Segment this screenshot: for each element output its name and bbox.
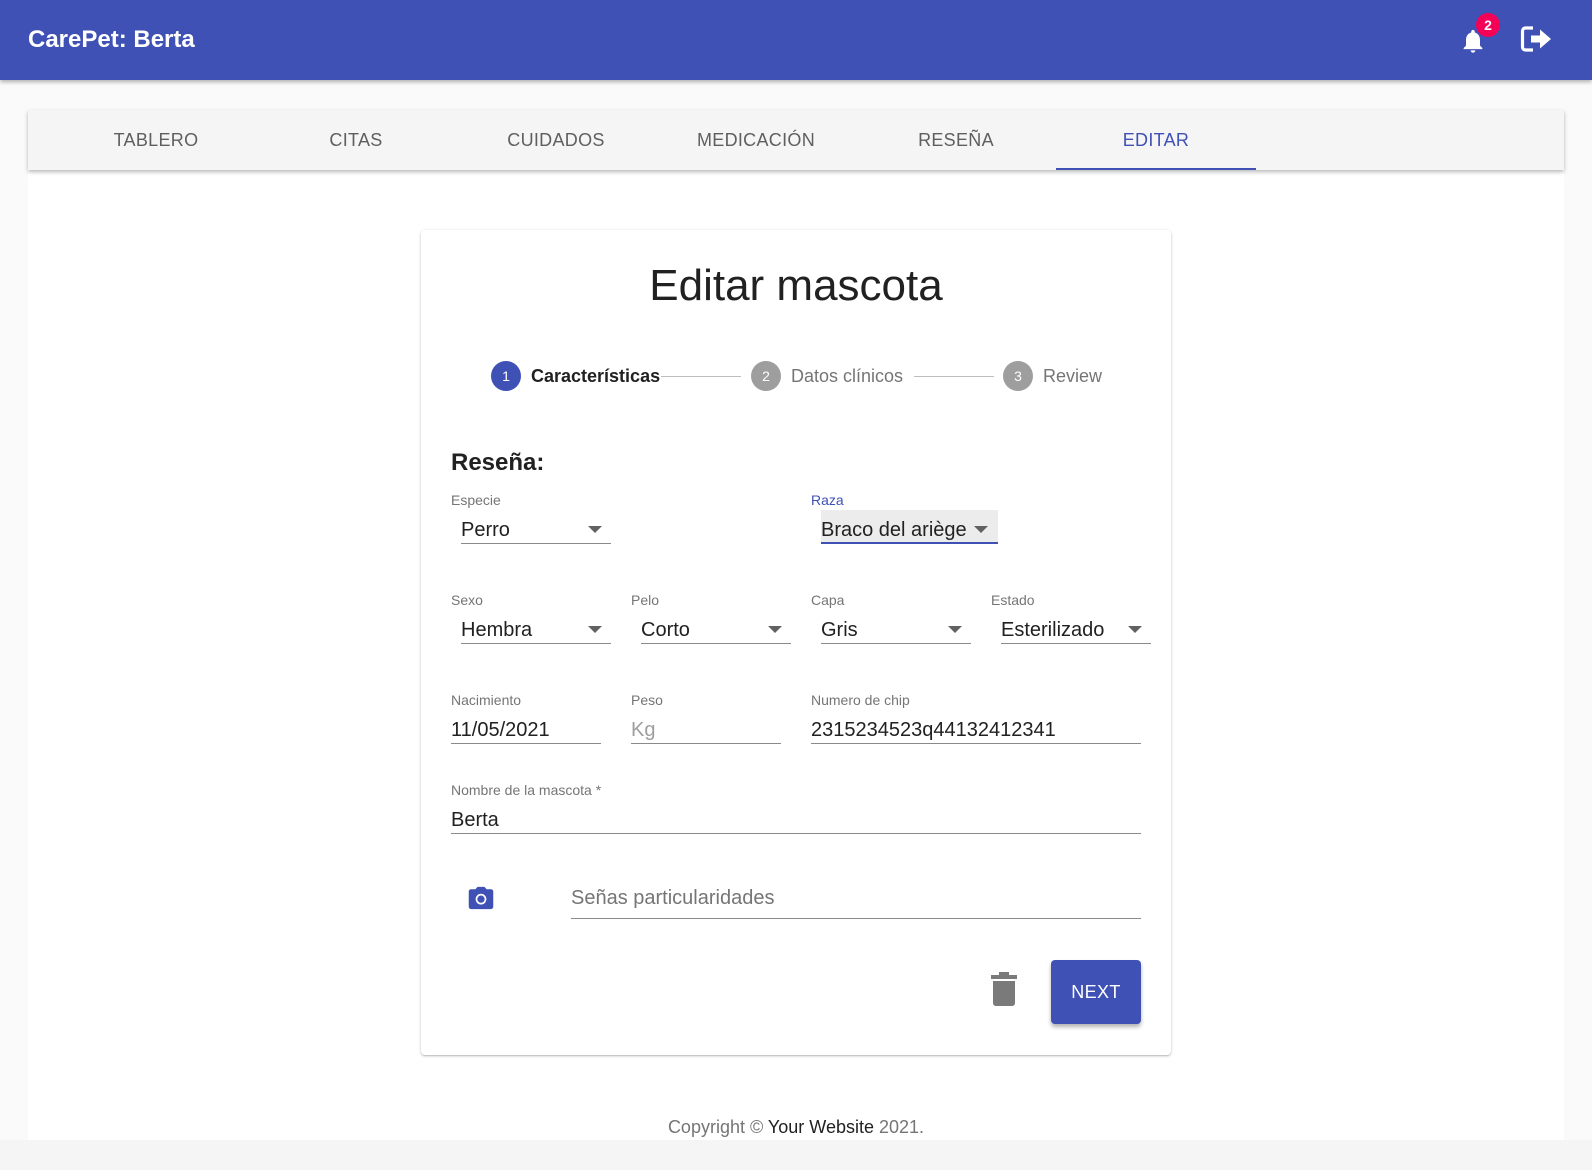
peso-label: Peso	[631, 692, 663, 708]
app-title: CarePet: Berta	[28, 26, 195, 53]
sexo-select[interactable]: Sexo Hembra	[451, 592, 611, 644]
next-button[interactable]: NEXT	[1051, 960, 1141, 1024]
chip-input[interactable]: 2315234523q44132412341	[811, 718, 1056, 742]
senas-underline	[571, 918, 1141, 919]
copyright-year: 2021.	[874, 1117, 925, 1137]
tab-bar: TABLERO CITAS CUIDADOS MEDICACIÓN RESEÑA…	[28, 110, 1564, 170]
step-number: 3	[1003, 361, 1033, 391]
copyright-text: Copyright ©	[667, 1117, 768, 1137]
raza-value: Braco del ariège	[821, 519, 967, 541]
section-title: Reseña:	[451, 449, 545, 476]
especie-value: Perro	[461, 519, 510, 541]
chevron-down-icon	[948, 626, 962, 633]
pelo-select[interactable]: Pelo Corto	[631, 592, 791, 644]
page-title: Editar mascota	[649, 261, 943, 310]
bottom-strip	[0, 1140, 1592, 1170]
peso-input[interactable]: Kg	[631, 718, 655, 742]
raza-select[interactable]: Raza Braco del ariège	[811, 492, 1001, 544]
step-label: Características	[531, 366, 661, 386]
trash-icon[interactable]	[990, 972, 1018, 1006]
tab-tablero[interactable]: TABLERO	[56, 110, 256, 170]
tab-medicacion[interactable]: MEDICACIÓN	[656, 110, 856, 170]
nombre-field[interactable]: Nombre de la mascota * Berta	[451, 782, 1141, 834]
pelo-label: Pelo	[631, 592, 660, 608]
chevron-down-icon	[974, 526, 988, 533]
capa-value: Gris	[821, 619, 858, 641]
capa-select[interactable]: Capa Gris	[811, 592, 971, 644]
nacimiento-input[interactable]: 11/05/2021	[451, 718, 550, 742]
tab-resena[interactable]: RESEÑA	[856, 110, 1056, 170]
estado-label: Estado	[991, 592, 1035, 608]
chip-field[interactable]: Numero de chip 2315234523q44132412341	[811, 692, 1141, 744]
tab-editar[interactable]: EDITAR	[1056, 110, 1256, 170]
tab-citas[interactable]: CITAS	[256, 110, 456, 170]
sexo-value: Hembra	[461, 619, 533, 641]
chevron-down-icon	[1128, 626, 1142, 633]
peso-field[interactable]: Peso Kg	[631, 692, 781, 744]
pelo-value: Corto	[641, 619, 690, 641]
nombre-input[interactable]: Berta	[451, 808, 499, 832]
raza-label: Raza	[811, 492, 844, 508]
step-number: 2	[751, 361, 781, 391]
especie-select[interactable]: Especie Perro	[451, 492, 611, 544]
website-link[interactable]: Your Website	[768, 1117, 874, 1137]
tab-cuidados[interactable]: CUIDADOS	[456, 110, 656, 170]
estado-underline	[1001, 643, 1151, 644]
nacimiento-field[interactable]: Nacimiento 11/05/2021	[451, 692, 601, 744]
especie-underline	[461, 543, 611, 544]
especie-label: Especie	[451, 492, 501, 508]
camera-icon[interactable]	[467, 885, 495, 911]
footer: Copyright © Your Website 2021.	[0, 1116, 1592, 1138]
nombre-label: Nombre de la mascota *	[451, 782, 602, 798]
estado-value: Esterilizado	[1001, 619, 1105, 641]
senas-field[interactable]: Señas particularidades	[571, 870, 1141, 920]
chevron-down-icon	[588, 626, 602, 633]
logout-icon[interactable]	[1519, 24, 1553, 54]
notification-badge: 2	[1476, 13, 1500, 37]
nombre-underline	[451, 833, 1141, 834]
estado-select[interactable]: Estado Esterilizado	[991, 592, 1151, 644]
step-label: Datos clínicos	[791, 366, 904, 386]
step-label: Review	[1043, 366, 1103, 386]
capa-underline	[821, 643, 971, 644]
step-number: 1	[491, 361, 521, 391]
sexo-underline	[461, 643, 611, 644]
senas-input[interactable]: Señas particularidades	[571, 886, 774, 910]
capa-label: Capa	[811, 592, 845, 608]
nacimiento-underline	[451, 743, 601, 744]
raza-underline	[821, 542, 998, 544]
nacimiento-label: Nacimiento	[451, 692, 522, 708]
pelo-underline	[641, 643, 791, 644]
chevron-down-icon	[588, 526, 602, 533]
edit-pet-card: Editar mascota 1 Características 2 Datos…	[421, 230, 1171, 1055]
chip-label: Numero de chip	[811, 692, 910, 708]
step-connector	[914, 376, 994, 377]
peso-underline	[631, 743, 781, 744]
app-bar: CarePet: Berta 2	[0, 0, 1592, 80]
chip-underline	[811, 743, 1141, 744]
sexo-label: Sexo	[451, 592, 483, 608]
chevron-down-icon	[768, 626, 782, 633]
step-connector	[661, 376, 741, 377]
